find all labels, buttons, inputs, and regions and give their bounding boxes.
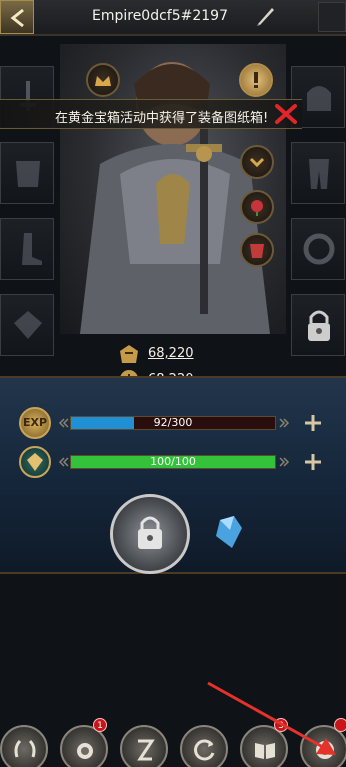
- nav-laurel-button[interactable]: [0, 725, 48, 767]
- back-button[interactable]: [0, 0, 34, 34]
- quest-icon: [137, 739, 155, 761]
- chevron-left-icon: [58, 418, 69, 428]
- equip-slot-boots[interactable]: [0, 218, 54, 280]
- rename-quill-icon[interactable]: [254, 4, 278, 28]
- equip-slot-accessory[interactable]: [291, 218, 345, 280]
- medal-badge: 1: [93, 718, 107, 732]
- close-icon[interactable]: [274, 103, 298, 125]
- armor-set-button[interactable]: [240, 233, 274, 267]
- top-right-menu-icon[interactable]: [318, 2, 346, 32]
- locked-emblem-button[interactable]: [110, 494, 190, 574]
- collapse-button[interactable]: [240, 145, 274, 179]
- helmet-icon: [307, 86, 331, 111]
- lock-icon: [308, 310, 330, 341]
- exp-bar: 92/300: [70, 416, 276, 430]
- chestplate-icon: [250, 244, 264, 258]
- top-bar: Empire0dcf5#2197: [0, 0, 346, 36]
- settings-icon: [316, 741, 334, 759]
- laurel-icon: [14, 739, 36, 758]
- back-arrow-icon: [10, 8, 24, 28]
- exp-icon: EXP: [19, 407, 51, 439]
- notification-text: 在黄金宝箱活动中获得了装备图纸箱!: [55, 111, 269, 126]
- refresh-icon: [194, 739, 215, 761]
- settings-badge: [334, 718, 346, 732]
- stamina-plus-icon[interactable]: [302, 451, 324, 473]
- rose-icon: [251, 200, 263, 216]
- stamina-bar-text: 100/100: [150, 455, 196, 468]
- boots-icon: [22, 233, 42, 265]
- exp-plus-icon[interactable]: [302, 412, 324, 434]
- chevron-down-icon: [249, 157, 265, 168]
- exp-bar-text: 92/300: [153, 416, 193, 429]
- rose-button[interactable]: [240, 190, 274, 224]
- chevron-right-icon: [279, 418, 290, 428]
- book-badge: 3: [274, 718, 288, 732]
- power-value-1: 68,220: [148, 346, 194, 361]
- notification-banner: 在黄金宝箱活动中获得了装备图纸箱!: [0, 99, 302, 129]
- alert-button[interactable]: [239, 63, 273, 97]
- equip-slot-armor[interactable]: [0, 142, 54, 204]
- stamina-icon: [19, 446, 51, 478]
- equip-slot-locked[interactable]: [291, 294, 345, 356]
- stamina-bar: 100/100: [70, 455, 276, 469]
- player-name: Empire0dcf5#2197: [91, 8, 228, 24]
- legs-icon: [309, 159, 329, 189]
- nav-quest-button[interactable]: [120, 725, 168, 767]
- crown-fire-icon: [95, 76, 111, 86]
- achievement-button[interactable]: [86, 63, 120, 97]
- power-icon: [120, 345, 138, 363]
- bottom-navigation: 1 3: [0, 707, 346, 767]
- ring-icon: [303, 233, 335, 265]
- exclamation-icon: [254, 72, 258, 88]
- equip-slot-legs[interactable]: [291, 142, 345, 204]
- nav-refresh-button[interactable]: [180, 725, 228, 767]
- book-icon: [255, 743, 275, 759]
- gem-icon: [14, 311, 42, 339]
- chevron-left-icon: [58, 457, 69, 467]
- shield-emblem-icon: [27, 453, 43, 471]
- equip-slot-ring[interactable]: [0, 294, 54, 356]
- medal-icon: [77, 743, 93, 759]
- exp-label: EXP: [22, 416, 48, 429]
- padlock-icon: [138, 516, 162, 549]
- armor-icon: [16, 161, 40, 187]
- chevron-right-icon: [279, 457, 290, 467]
- blue-crystal-icon[interactable]: [212, 514, 244, 550]
